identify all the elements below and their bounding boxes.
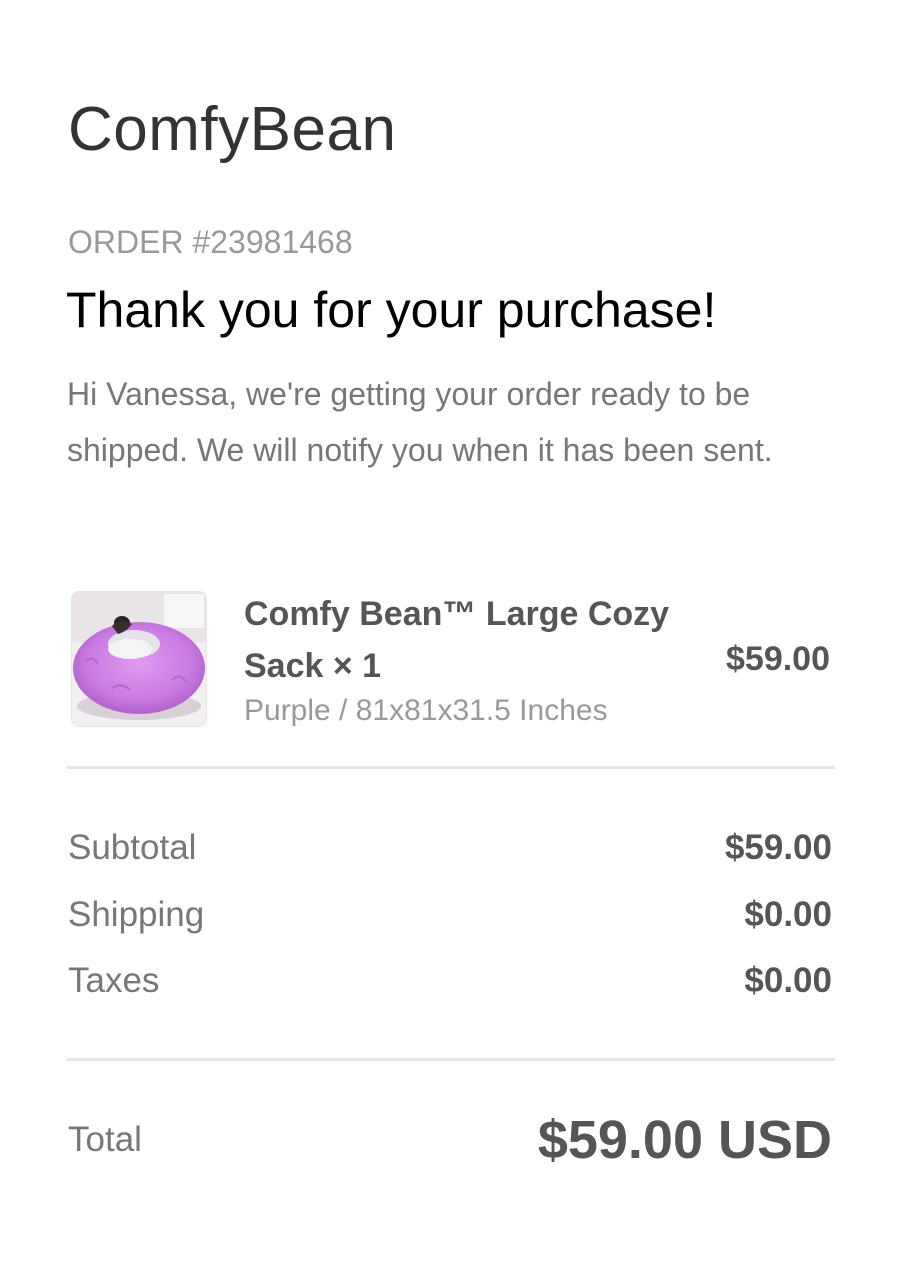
subtotal-label: Subtotal: [68, 828, 197, 867]
total-label: Total: [68, 1120, 142, 1159]
shipping-value: $0.00: [744, 895, 832, 934]
taxes-value: $0.00: [744, 961, 832, 1000]
product-variant: Purple / 81x81x31.5 Inches: [244, 694, 608, 727]
subtotal-row: Subtotal $59.00: [68, 826, 832, 870]
taxes-row: Taxes $0.00: [68, 959, 832, 1003]
divider: [67, 766, 835, 769]
divider: [67, 1058, 835, 1061]
line-item: Comfy Bean™ Large Cozy Sack × 1 Purple /…: [68, 588, 834, 730]
order-number: ORDER #23981468: [68, 224, 353, 260]
shipping-row: Shipping $0.00: [68, 893, 832, 937]
brand-logo-text: ComfyBean: [68, 95, 397, 164]
subtotal-value: $59.00: [724, 828, 832, 867]
order-status-message: Hi Vanessa, we're getting your order rea…: [67, 376, 773, 468]
bean-bag-icon: [72, 592, 206, 726]
page-title: Thank you for your purchase!: [66, 282, 717, 338]
product-title: Comfy Bean™ Large Cozy Sack × 1: [244, 595, 670, 685]
product-image: [71, 591, 207, 727]
total-value: $59.00 USD: [537, 1110, 832, 1170]
product-price: $59.00: [726, 640, 830, 678]
total-row: Total $59.00 USD: [68, 1108, 832, 1174]
taxes-label: Taxes: [68, 961, 160, 1000]
shipping-label: Shipping: [68, 895, 205, 934]
